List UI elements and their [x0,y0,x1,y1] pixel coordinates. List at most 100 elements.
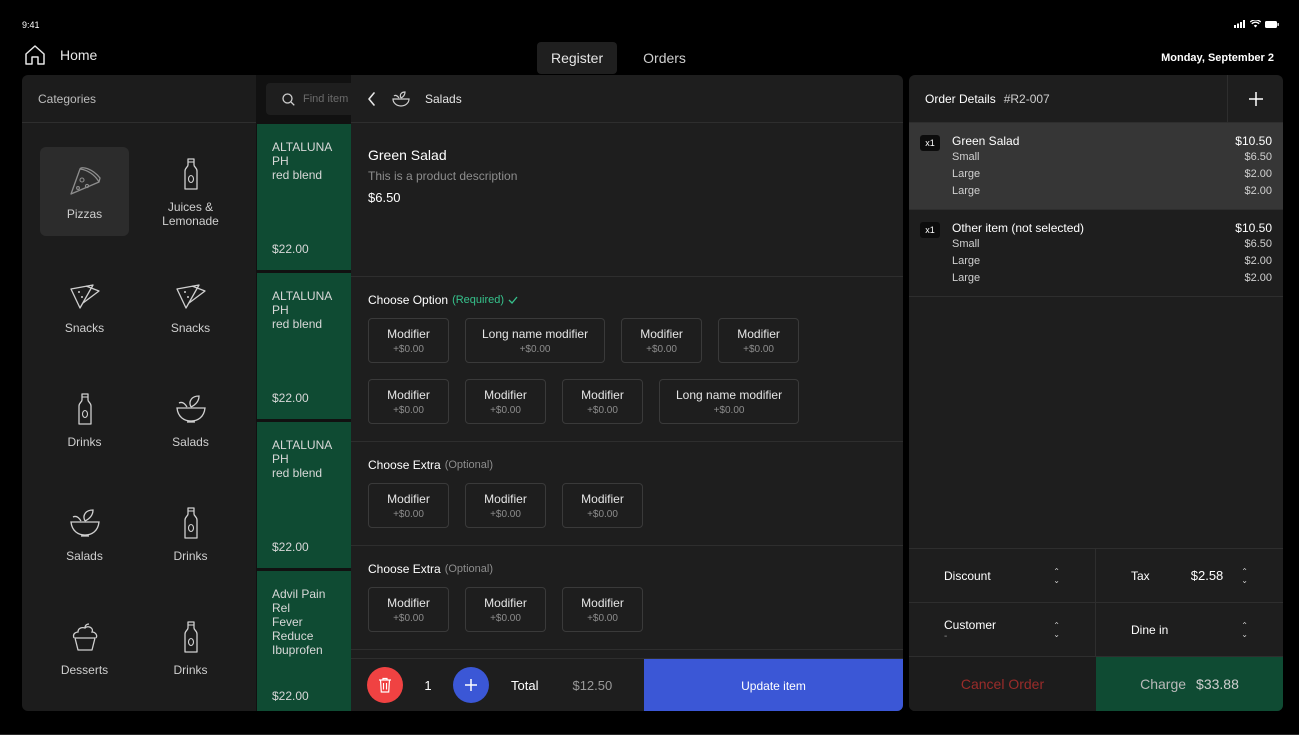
order-item-modifier: Large $2.00 [952,253,1272,270]
order-item[interactable]: x1 Green Salad $10.50 Small $6.50 Large $2.00 L… [909,123,1283,210]
category-tile[interactable]: Snacks [146,261,235,350]
product-name: ALTALUNA PH red blend [272,289,332,331]
order-item[interactable]: x1 Other item (not selected) $10.50 Small $6… [909,210,1283,297]
modifier-button[interactable]: Modifier +$0.00 [368,483,449,528]
modifier-name: Modifier [737,326,780,341]
modifier-price: +$0.00 [587,612,618,624]
category-label: Juices & Lemonade [162,199,219,228]
bottle-icon [173,156,209,192]
modifier-button[interactable]: Modifier +$0.00 [368,318,449,363]
modifier-row: Modifier +$0.00 Modifier +$0.00 Modifier +$0.… [368,379,886,424]
category-tile[interactable]: Drinks [146,603,235,692]
update-item-button[interactable]: Update item [644,659,903,711]
modifier-price: +$0.00 [393,343,424,355]
modifier-button[interactable]: Modifier +$0.00 [368,587,449,632]
tax-select[interactable]: Tax $2.58 ⌃ ⌄ [1096,549,1283,602]
modifier-button[interactable]: Modifier +$0.00 [465,379,546,424]
modifier-name: Modifier [387,595,430,610]
modifier-sections: Choose Option (Required) Modifier +$0.00 Lon… [351,277,903,711]
order-item-modifier: Large $2.00 [952,183,1272,200]
search-input[interactable]: Find item [266,83,352,115]
salad-icon [392,90,410,107]
tax-value: $2.58 [1190,568,1224,583]
dine-in-label: Dine in [1131,622,1169,637]
cancel-order-button[interactable]: Cancel Order [909,657,1096,711]
back-icon[interactable] [367,91,377,106]
charge-button[interactable]: Charge $33.88 [1096,657,1283,711]
modifier-name: Small [952,238,980,250]
modifier-name: Modifier [484,387,527,402]
modifier-button[interactable]: Long name modifier +$0.00 [465,318,606,363]
modifier-button[interactable]: Modifier +$0.00 [718,318,800,363]
product-card[interactable]: ALTALUNA PH red blend $22.00 [257,422,352,568]
section-name: Choose Extra [368,458,441,472]
modifier-button[interactable]: Long name modifier +$0.00 [659,379,800,424]
search-placeholder: Find item [303,93,349,105]
category-label: Drinks [173,662,208,677]
delete-button[interactable] [367,667,403,703]
order-item-modifier: Small $6.50 [952,149,1272,166]
category-tile[interactable]: Pizzas [40,147,129,236]
category-tile[interactable]: Desserts [40,603,129,692]
customer-select[interactable]: Customer - ⌃ ⌄ [909,603,1096,656]
product-card[interactable]: Advil Pain Rel Fever Reduce Ibuprofen $2… [257,571,352,711]
modifier-button[interactable]: Modifier +$0.00 [465,483,546,528]
category-tile[interactable]: Salads [146,375,235,464]
battery-icon [1265,20,1279,28]
category-tile[interactable]: Juices & Lemonade [146,147,235,236]
section-note: (Optional) [444,459,493,471]
home-link[interactable]: Home [24,44,97,66]
modifier-name: Large [952,168,981,180]
status-bar: 9:41 [0,0,1299,40]
category-tile[interactable]: Drinks [146,489,235,578]
trash-icon [379,677,391,693]
product-price: $22.00 [272,242,309,256]
category-tile[interactable]: Salads [40,489,129,578]
modifier-button[interactable]: Modifier +$0.00 [465,587,546,632]
tab-orders[interactable]: Orders [629,42,700,74]
quantity-badge: x1 [920,135,940,151]
nachos-icon [173,277,209,313]
category-label: Pizzas [66,206,103,221]
nachos-icon [67,277,103,313]
product-card[interactable]: ALTALUNA PH red blend $22.00 [257,124,352,270]
modifier-price: +$0.00 [393,404,424,416]
modifier-button[interactable]: Modifier +$0.00 [562,587,643,632]
order-id: #R2-007 [1003,91,1050,106]
modifier-name: Modifier [387,387,430,402]
dine-in-select[interactable]: Dine in ⌃ ⌄ [1096,603,1283,656]
discount-select[interactable]: Discount ⌃ ⌄ [909,549,1096,602]
section-name: Choose Extra [368,562,441,576]
category-tile[interactable]: Drinks [40,375,129,464]
modifier-button[interactable]: Modifier +$0.00 [368,379,449,424]
modifier-button[interactable]: Modifier +$0.00 [562,483,643,528]
modal-footer: 1 Total $12.50 Update item [351,658,903,711]
section-name: Choose Option [368,293,449,307]
top-tabs: Register Orders [537,42,700,74]
modifier-name: Large [952,185,981,197]
tab-register[interactable]: Register [537,42,618,74]
home-label: Home [60,47,98,63]
modifier-name: Modifier [387,326,430,341]
product-price: $22.00 [272,391,309,405]
category-label: Salads [172,434,209,449]
category-tile[interactable]: Snacks [40,261,129,350]
product-card[interactable]: ALTALUNA PH red blend $22.00 [257,273,352,419]
modifier-button[interactable]: Modifier +$0.00 [621,318,703,363]
increment-button[interactable] [453,667,489,703]
modifier-price: +$0.00 [713,404,745,416]
add-order-button[interactable] [1227,75,1283,123]
modifier-price: $2.00 [1244,168,1272,180]
order-item-name: Green Salad [952,134,1020,148]
modifier-button[interactable]: Modifier +$0.00 [562,379,643,424]
chevron-updown-icon: ⌃ ⌄ [1241,566,1248,585]
modal-header: Salads [351,75,903,123]
wifi-icon [1250,20,1261,28]
product-name: ALTALUNA PH red blend [272,438,332,480]
customer-value: - [944,630,948,642]
modal-category-title: Salads [425,91,462,106]
product-strip: Find item ALTALUNA PH red blend $22.00 A… [256,75,352,711]
order-item-modifier: Large $2.00 [952,270,1272,287]
customer-label: Customer [944,617,997,632]
modifier-price: $6.50 [1244,151,1272,163]
